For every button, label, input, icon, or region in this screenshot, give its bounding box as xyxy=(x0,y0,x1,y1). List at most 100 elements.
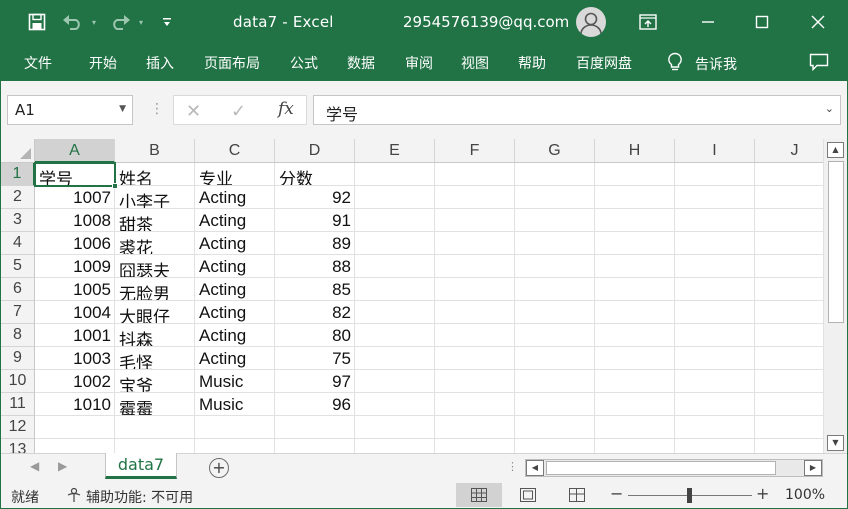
expand-formula-icon[interactable]: ⌄ xyxy=(825,102,834,115)
column-header-e[interactable]: E xyxy=(355,139,435,163)
cell-g11[interactable] xyxy=(515,393,595,416)
cell-d1[interactable]: 分数 xyxy=(275,163,355,186)
cell-i11[interactable] xyxy=(675,393,755,416)
zoom-level[interactable]: 100% xyxy=(785,487,825,503)
sheet-next-icon[interactable]: ▶ xyxy=(58,459,67,473)
column-header-d[interactable]: D xyxy=(275,139,355,163)
cell-b3[interactable]: 甜茶 xyxy=(115,209,195,232)
maximize-icon[interactable] xyxy=(749,9,775,35)
cell-d4[interactable]: 89 xyxy=(275,232,355,255)
tab-insert[interactable]: 插入 xyxy=(146,53,174,73)
cell-f9[interactable] xyxy=(435,347,515,370)
page-layout-icon[interactable] xyxy=(505,483,551,507)
name-box[interactable]: A1 ▼ xyxy=(7,95,133,125)
row-header-1[interactable]: 1 xyxy=(1,163,35,186)
cell-b12[interactable] xyxy=(115,416,195,439)
cell-a6[interactable]: 1005 xyxy=(35,278,115,301)
cell-b2[interactable]: 小李子 xyxy=(115,186,195,209)
cell-i2[interactable] xyxy=(675,186,755,209)
cell-e1[interactable] xyxy=(355,163,435,186)
formula-bar-grip-icon[interactable]: ⋮ xyxy=(150,101,164,117)
avatar-icon[interactable] xyxy=(576,7,606,37)
cell-e8[interactable] xyxy=(355,324,435,347)
cell-c13[interactable] xyxy=(195,439,275,453)
row-header-7[interactable]: 7 xyxy=(1,301,35,324)
cell-d13[interactable] xyxy=(275,439,355,453)
row-header-10[interactable]: 10 xyxy=(1,370,35,393)
split-handle-icon[interactable]: ⋮ xyxy=(507,460,518,473)
cancel-icon[interactable]: ✕ xyxy=(186,101,201,122)
cell-i6[interactable] xyxy=(675,278,755,301)
row-header-6[interactable]: 6 xyxy=(1,278,35,301)
cell-b5[interactable]: 囧瑟夫 xyxy=(115,255,195,278)
tab-formulas[interactable]: 公式 xyxy=(290,53,318,73)
cell-g1[interactable] xyxy=(515,163,595,186)
chevron-down-icon[interactable]: ▼ xyxy=(119,104,126,114)
cell-e4[interactable] xyxy=(355,232,435,255)
cell-f6[interactable] xyxy=(435,278,515,301)
cell-b6[interactable]: 无脸男 xyxy=(115,278,195,301)
cell-f12[interactable] xyxy=(435,416,515,439)
tab-baidu-netdisk[interactable]: 百度网盘 xyxy=(576,53,632,73)
minimize-icon[interactable] xyxy=(695,9,721,35)
cell-b11[interactable]: 霉霉 xyxy=(115,393,195,416)
tab-help[interactable]: 帮助 xyxy=(518,53,546,73)
save-icon[interactable] xyxy=(27,11,47,33)
cell-c7[interactable]: Acting xyxy=(195,301,275,324)
scroll-left-icon[interactable]: ◀ xyxy=(526,460,544,476)
cell-i10[interactable] xyxy=(675,370,755,393)
customize-icon[interactable] xyxy=(161,11,173,33)
cell-h2[interactable] xyxy=(595,186,675,209)
cell-e12[interactable] xyxy=(355,416,435,439)
cell-a1[interactable]: 学号 xyxy=(35,163,115,186)
cell-e5[interactable] xyxy=(355,255,435,278)
cell-i3[interactable] xyxy=(675,209,755,232)
column-header-j[interactable]: J xyxy=(755,139,823,163)
cell-j10[interactable] xyxy=(755,370,823,393)
cell-a4[interactable]: 1006 xyxy=(35,232,115,255)
cell-c6[interactable]: Acting xyxy=(195,278,275,301)
cell-f13[interactable] xyxy=(435,439,515,453)
cell-j5[interactable] xyxy=(755,255,823,278)
cell-i4[interactable] xyxy=(675,232,755,255)
cell-e6[interactable] xyxy=(355,278,435,301)
worksheet-grid[interactable]: ABCDEFGHIJ 1 2 3 4 5 6 7 8 9 10 11 12 13 学号 姓名 专业 分数 100… xyxy=(1,139,823,453)
column-header-g[interactable]: G xyxy=(515,139,595,163)
cell-h3[interactable] xyxy=(595,209,675,232)
cell-a5[interactable]: 1009 xyxy=(35,255,115,278)
cell-f2[interactable] xyxy=(435,186,515,209)
cell-f3[interactable] xyxy=(435,209,515,232)
cell-e7[interactable] xyxy=(355,301,435,324)
cell-j6[interactable] xyxy=(755,278,823,301)
horizontal-scroll-thumb[interactable] xyxy=(546,461,776,475)
cell-b10[interactable]: 宝爷 xyxy=(115,370,195,393)
cell-e11[interactable] xyxy=(355,393,435,416)
cell-h4[interactable] xyxy=(595,232,675,255)
cell-i9[interactable] xyxy=(675,347,755,370)
cell-i7[interactable] xyxy=(675,301,755,324)
cell-j7[interactable] xyxy=(755,301,823,324)
redo-icon[interactable] xyxy=(108,11,132,33)
cell-g4[interactable] xyxy=(515,232,595,255)
tab-page-layout[interactable]: 页面布局 xyxy=(204,53,260,73)
cell-f10[interactable] xyxy=(435,370,515,393)
row-header-13[interactable]: 13 xyxy=(1,439,35,453)
cell-f11[interactable] xyxy=(435,393,515,416)
cell-i13[interactable] xyxy=(675,439,755,453)
enter-icon[interactable]: ✓ xyxy=(231,101,246,122)
cell-b9[interactable]: 毛怪 xyxy=(115,347,195,370)
cell-i8[interactable] xyxy=(675,324,755,347)
cell-e10[interactable] xyxy=(355,370,435,393)
tab-home[interactable]: 开始 xyxy=(89,53,117,73)
tab-view[interactable]: 视图 xyxy=(461,53,489,73)
cell-j4[interactable] xyxy=(755,232,823,255)
cell-g12[interactable] xyxy=(515,416,595,439)
close-icon[interactable] xyxy=(805,9,831,35)
cell-e13[interactable] xyxy=(355,439,435,453)
cell-h11[interactable] xyxy=(595,393,675,416)
cell-j12[interactable] xyxy=(755,416,823,439)
formula-input[interactable]: 学号 ⌄ xyxy=(313,95,841,125)
cell-j11[interactable] xyxy=(755,393,823,416)
cell-h6[interactable] xyxy=(595,278,675,301)
cell-h9[interactable] xyxy=(595,347,675,370)
